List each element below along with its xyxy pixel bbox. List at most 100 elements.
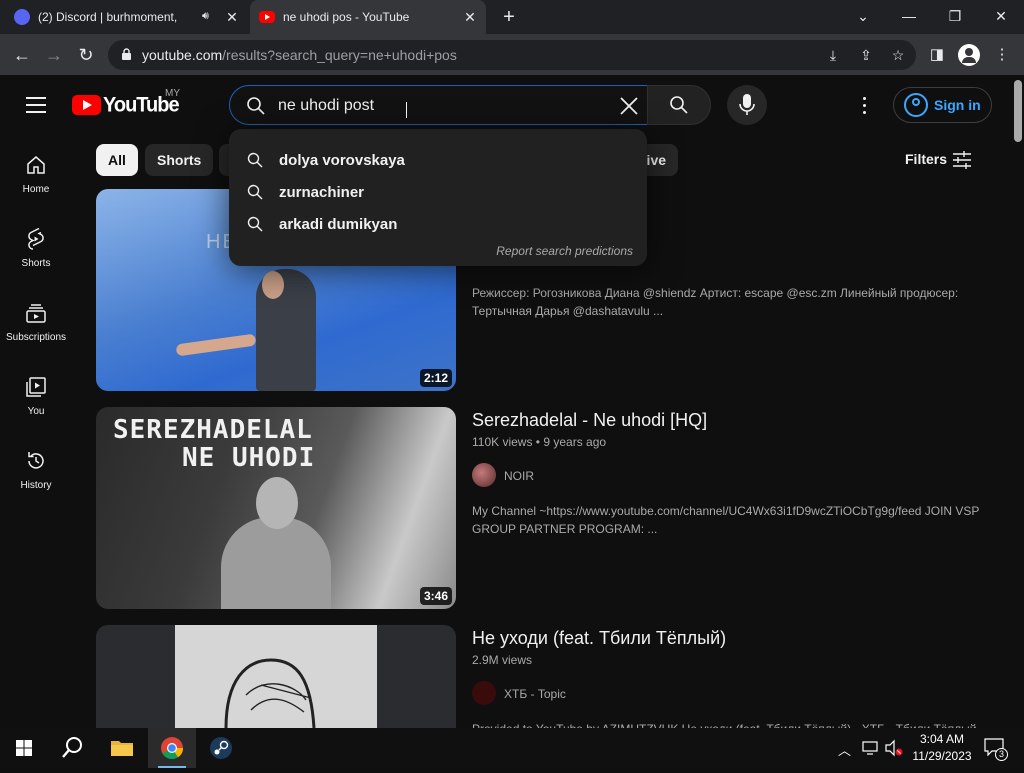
guide-label: Home <box>22 184 50 195</box>
steam-icon <box>210 737 232 759</box>
home-icon <box>27 156 45 174</box>
guide-home[interactable]: Home <box>0 154 72 228</box>
lock-icon[interactable] <box>122 48 131 60</box>
filters-button[interactable]: Filters <box>905 151 971 169</box>
suggestion-item[interactable]: arkadi dumikyan <box>229 208 647 240</box>
guide-label: Subscriptions <box>5 332 67 343</box>
country-code: MY <box>165 88 180 99</box>
guide-you[interactable]: You <box>0 376 72 450</box>
thumbnail-figure-arm <box>175 333 257 357</box>
windows-taskbar: ︿ 3:04 AM 11/29/2023 3 <box>0 728 1024 768</box>
reload-icon[interactable]: ↻ <box>74 43 98 67</box>
video-duration: 2:12 <box>419 369 452 387</box>
profile-avatar-icon[interactable] <box>958 44 980 66</box>
restore-button[interactable]: ❐ <box>941 4 969 28</box>
voice-search-button[interactable] <box>727 85 767 125</box>
thumbnail-figure-head <box>262 271 284 299</box>
browser-toolbar: ← → ↻ youtube.com/results?search_query=n… <box>0 34 1024 76</box>
tab-youtube[interactable]: ne uhodi pos - YouTube ✕ <box>250 0 486 34</box>
chevron-up-icon[interactable]: ︿ <box>838 740 851 759</box>
scrollbar-thumb[interactable] <box>1014 80 1022 142</box>
video-title[interactable]: Не уходи (feat. Тбили Тёплый) <box>472 628 726 649</box>
suggestion-text: zurnachiner <box>279 184 365 201</box>
account-icon <box>904 93 928 117</box>
search-icon <box>247 216 263 232</box>
share-icon[interactable]: ⇪ <box>857 46 875 64</box>
guide-label: History <box>20 480 52 491</box>
minimize-button[interactable]: — <box>895 4 923 28</box>
channel-name[interactable]: ХТБ - Topic <box>504 687 566 701</box>
speaker-icon[interactable]: 🔊︎ <box>202 10 209 23</box>
file-explorer-button[interactable] <box>98 728 146 768</box>
search-icon <box>62 737 82 758</box>
video-thumbnail[interactable] <box>96 625 456 728</box>
guide-subscriptions[interactable]: Subscriptions <box>0 302 72 376</box>
volume-muted-icon[interactable] <box>884 739 904 757</box>
notification-count-badge: 3 <box>995 748 1008 761</box>
tab-discord[interactable]: (2) Discord | burhmoment, 🔊︎ ✕ <box>14 0 248 34</box>
tab-title: ne uhodi pos - YouTube <box>283 10 410 24</box>
subscriptions-icon <box>26 304 46 323</box>
you-icon <box>26 377 46 397</box>
suggestion-item[interactable]: zurnachiner <box>229 176 647 208</box>
new-tab-button[interactable]: + <box>498 6 520 28</box>
sign-in-button[interactable]: Sign in <box>893 87 992 123</box>
search-suggestions-dropdown: dolya vorovskaya zurnachiner arkadi dumi… <box>229 129 647 266</box>
steam-taskbar-button[interactable] <box>197 728 245 768</box>
chrome-icon <box>161 737 184 760</box>
page-scrollbar[interactable] <box>1012 77 1024 728</box>
url-text[interactable]: youtube.com/results?search_query=ne+uhod… <box>142 47 457 63</box>
sign-in-label: Sign in <box>934 97 981 113</box>
youtube-header: YouTube MY Sign in <box>0 77 1012 133</box>
clock-time: 3:04 AM <box>919 732 965 746</box>
chrome-menu-icon[interactable]: ⋮ <box>992 45 1012 65</box>
tab-title: (2) Discord | burhmoment, <box>38 10 178 24</box>
bookmark-star-icon[interactable]: ☆ <box>889 46 907 64</box>
search-button[interactable] <box>647 85 711 125</box>
video-description: Режиссер: Рогозникова Диана @shiendz Арт… <box>472 286 959 318</box>
close-tab-button[interactable]: ✕ <box>462 9 478 25</box>
chrome-taskbar-button[interactable] <box>148 728 196 768</box>
search-input[interactable] <box>278 95 608 117</box>
search-icon <box>247 97 265 115</box>
more-options-icon[interactable] <box>854 95 874 115</box>
address-bar[interactable]: youtube.com/results?search_query=ne+uhod… <box>108 40 916 70</box>
windows-logo-icon <box>16 740 32 756</box>
hamburger-menu-icon[interactable] <box>26 97 46 113</box>
network-icon[interactable] <box>862 740 880 756</box>
thumbnail-scribble <box>224 658 316 728</box>
shorts-icon <box>28 228 44 250</box>
microphone-icon <box>739 94 755 115</box>
clear-search-icon[interactable] <box>617 94 641 118</box>
guide-history[interactable]: History <box>0 450 72 524</box>
taskbar-search-button[interactable] <box>48 728 96 768</box>
side-panel-icon[interactable]: ◨ <box>927 45 947 65</box>
search-box[interactable] <box>229 85 648 125</box>
channel-avatar[interactable] <box>472 463 496 487</box>
close-window-button[interactable]: ✕ <box>987 4 1015 28</box>
video-title[interactable]: Serezhadelal - Ne uhodi [HQ] <box>472 410 707 431</box>
back-arrow-icon[interactable]: ← <box>10 43 34 67</box>
report-predictions-link[interactable]: Report search predictions <box>496 244 633 258</box>
channel-name[interactable]: NOIR <box>504 469 534 483</box>
chip-all[interactable]: All <box>96 144 138 176</box>
youtube-logo[interactable]: YouTube MY <box>72 88 180 116</box>
close-tab-button[interactable]: ✕ <box>224 9 240 25</box>
thumbnail-figure-head <box>256 477 298 529</box>
youtube-play-icon <box>72 95 101 115</box>
clock-date: 11/29/2023 <box>912 749 972 763</box>
filters-label: Filters <box>905 151 948 167</box>
video-thumbnail[interactable]: SEREZHADELAL NE UHODI 3:46 <box>96 407 456 609</box>
taskbar-clock[interactable]: 3:04 AM 11/29/2023 <box>904 731 980 765</box>
chip-shorts[interactable]: Shorts <box>145 144 214 176</box>
thumbnail-figure <box>221 517 331 609</box>
text-cursor <box>406 102 407 118</box>
start-button[interactable] <box>0 728 48 768</box>
video-description: My Channel ~https://www.youtube.com/chan… <box>472 504 980 536</box>
tab-search-button[interactable]: ⌄ <box>849 4 877 28</box>
forward-arrow-icon[interactable]: → <box>42 43 66 67</box>
guide-shorts[interactable]: Shorts <box>0 228 72 302</box>
suggestion-item[interactable]: dolya vorovskaya <box>229 144 647 176</box>
install-app-icon[interactable]: ⤓ <box>824 46 842 64</box>
channel-avatar[interactable] <box>472 681 496 705</box>
